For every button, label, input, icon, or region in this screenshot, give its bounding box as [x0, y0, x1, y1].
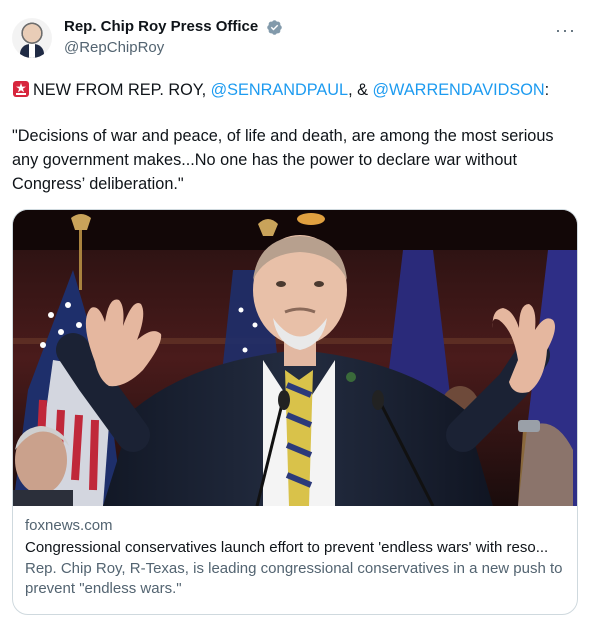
- tweet-text: NEW FROM REP. ROY, @SENRANDPAUL, & @WARR…: [12, 78, 577, 196]
- card-title[interactable]: Congressional conservatives launch effor…: [25, 538, 565, 558]
- more-options-icon[interactable]: ···: [555, 20, 575, 40]
- mention-senrandpaul[interactable]: @SENRANDPAUL: [211, 81, 348, 99]
- tweet-quote-text: "Decisions of war and peace, of life and…: [12, 127, 554, 193]
- card-domain: foxnews.com: [25, 517, 113, 534]
- siren-emoji-icon: [13, 81, 29, 97]
- article-photo[interactable]: [13, 210, 577, 506]
- avatar[interactable]: [12, 18, 52, 58]
- avatar-shirt: [29, 44, 35, 58]
- link-preview-card[interactable]: foxnews.com Congressional conservatives …: [12, 209, 578, 615]
- tweet-header: Rep. Chip Roy Press Office @RepChipRoy ·…: [12, 14, 581, 62]
- card-description: Rep. Chip Roy, R-Texas, is leading congr…: [25, 560, 563, 597]
- tweet[interactable]: Rep. Chip Roy Press Office @RepChipRoy ·…: [0, 0, 593, 629]
- tweet-separator-text: , &: [348, 81, 373, 99]
- author-names: Rep. Chip Roy Press Office @RepChipRoy: [64, 17, 283, 58]
- tweet-suffix-text: :: [544, 81, 550, 99]
- author-display-name[interactable]: Rep. Chip Roy Press Office: [64, 17, 258, 37]
- mention-warrendavidson[interactable]: @WARRENDAVIDSON: [373, 81, 545, 99]
- card-meta: foxnews.com Congressional conservatives …: [25, 516, 565, 599]
- verified-badge-icon: [266, 19, 282, 35]
- tweet-prefix-text: NEW FROM REP. ROY,: [33, 81, 211, 99]
- author-handle[interactable]: @RepChipRoy: [64, 38, 283, 58]
- tweet-first-line: NEW FROM REP. ROY, @SENRANDPAUL, & @WARR…: [12, 78, 577, 102]
